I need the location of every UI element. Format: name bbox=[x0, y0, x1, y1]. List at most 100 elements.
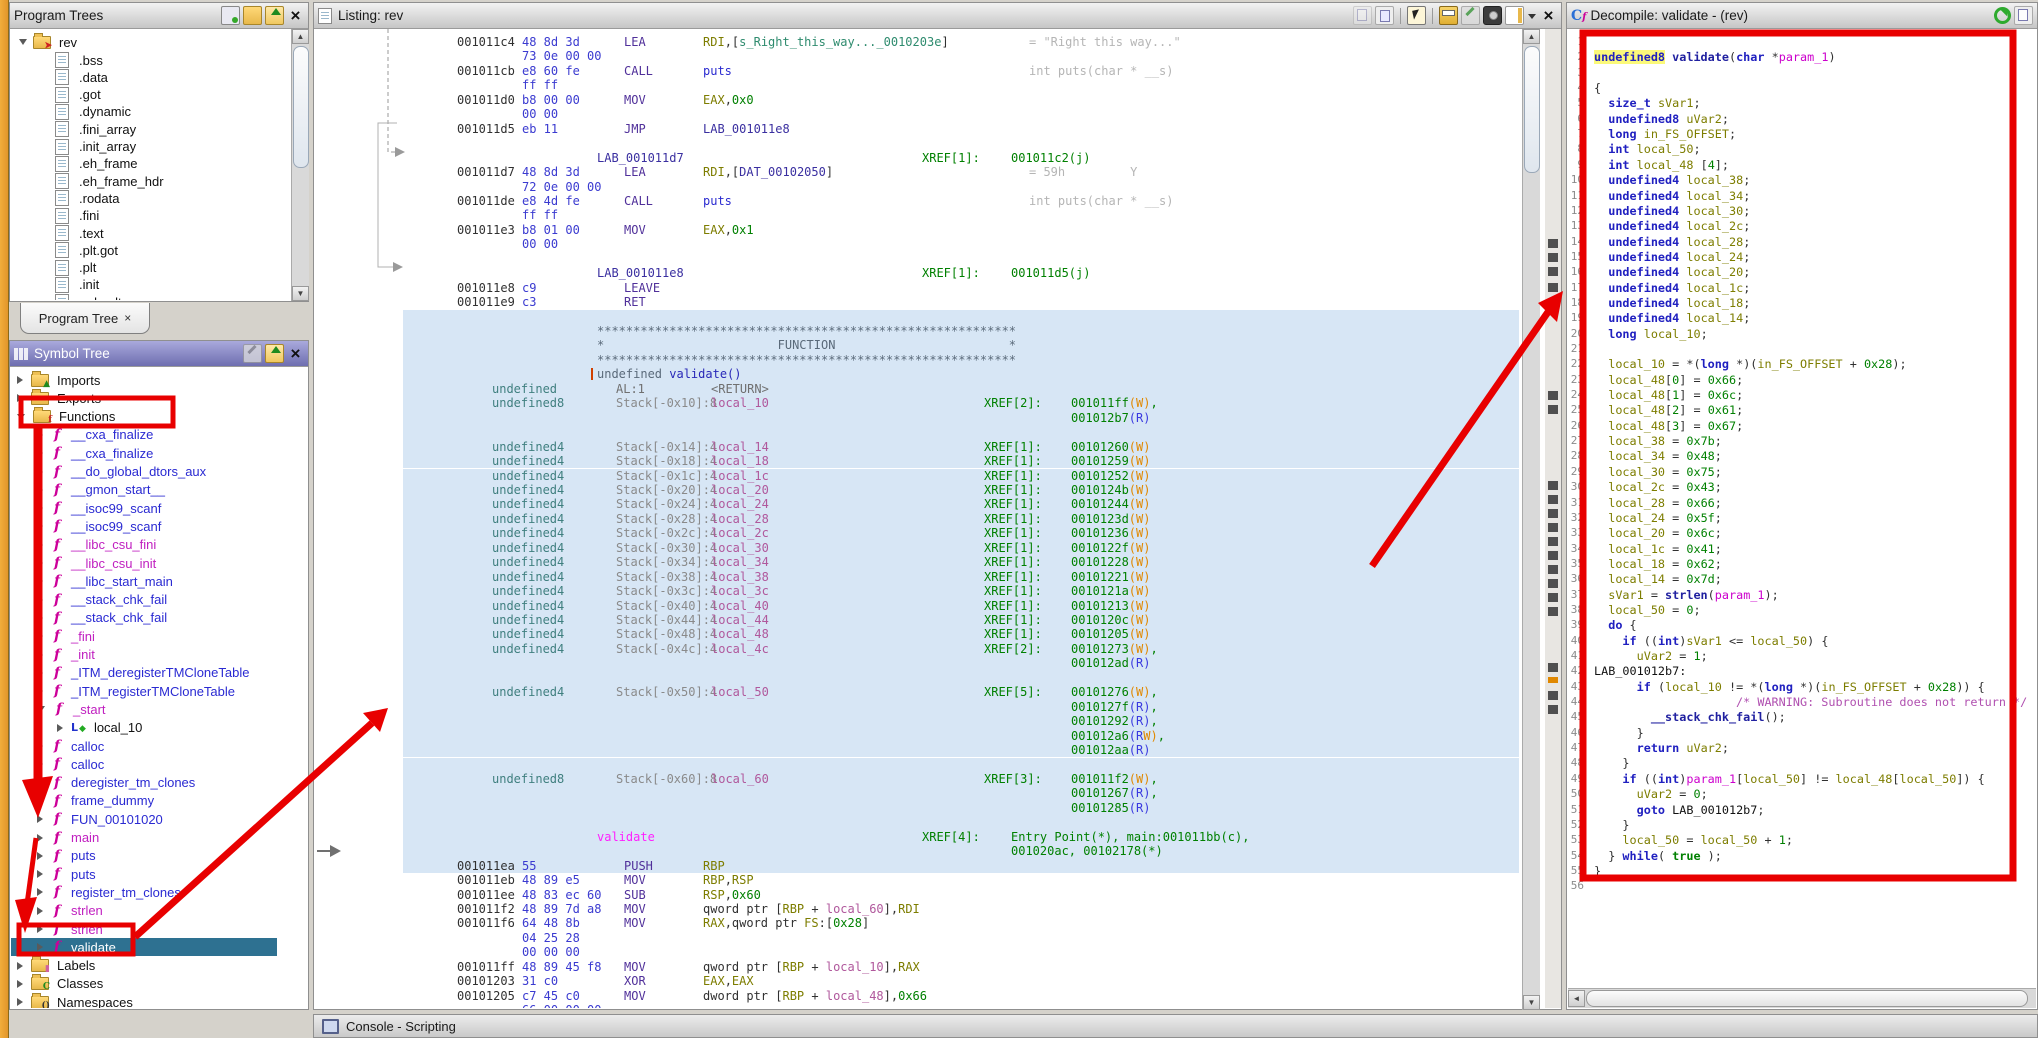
decompile-line[interactable]: return uVar2; bbox=[1594, 741, 1729, 756]
listing-row[interactable]: LAB_001011d7XREF[1]:001011c2(j) bbox=[315, 151, 1519, 165]
symbol-tree-item--libc-start-main[interactable]: f__libc_start_main bbox=[37, 572, 173, 590]
listing-row[interactable]: undefined4Stack[-0x20]:4local_20XREF[1]:… bbox=[315, 483, 1519, 497]
decompile-line[interactable]: local_10 = *(long *)(in_FS_OFFSET + 0x28… bbox=[1594, 357, 1907, 372]
listing-row[interactable]: undefined4Stack[-0x2c]:4local_2cXREF[1]:… bbox=[315, 526, 1519, 540]
chevron-right-icon[interactable] bbox=[37, 760, 43, 768]
decompile-header[interactable]: Cf Decompile: validate - (rev) bbox=[1567, 3, 2037, 29]
chevron-down-icon[interactable] bbox=[19, 39, 27, 45]
change-mark[interactable] bbox=[1548, 253, 1558, 262]
decompile-line[interactable]: if ((int)param_1[local_50] != local_48[l… bbox=[1594, 772, 1985, 787]
decompile-line[interactable]: { bbox=[1594, 81, 1601, 96]
listing-row[interactable]: undefined8Stack[-0x60]:8local_60XREF[3]:… bbox=[315, 772, 1519, 786]
program-tree-scrollbar[interactable]: ▲ ▼ bbox=[291, 29, 309, 301]
symbol-tree-item-puts[interactable]: fputs bbox=[37, 865, 96, 883]
tree-item-section[interactable]: .init bbox=[55, 276, 99, 294]
tree-item-section[interactable]: .plt.got bbox=[55, 241, 118, 259]
decompile-line[interactable]: undefined4 local_38; bbox=[1594, 173, 1750, 188]
chevron-right-icon[interactable] bbox=[37, 614, 43, 622]
decompile-line[interactable]: local_20 = 0x6c; bbox=[1594, 526, 1722, 541]
listing-row[interactable]: 001011eb48 89 e5MOVRBP,RSP bbox=[315, 873, 1519, 887]
decompile-line[interactable]: undefined4 local_1c; bbox=[1594, 281, 1750, 296]
listing-row[interactable]: 00101285(R) bbox=[315, 801, 1519, 815]
listing-row[interactable]: 001011ff48 89 45 f8MOVqword ptr [RBP + l… bbox=[315, 960, 1519, 974]
decompile-line[interactable]: local_14 = 0x7d; bbox=[1594, 572, 1722, 587]
decompile-line[interactable]: uVar2 = 0; bbox=[1594, 787, 1708, 802]
decompile-line[interactable]: undefined4 local_20; bbox=[1594, 265, 1750, 280]
change-mark[interactable] bbox=[1548, 405, 1558, 414]
listing-row[interactable]: LAB_001011e8XREF[1]:001011d5(j) bbox=[315, 266, 1519, 280]
listing-row[interactable]: ****************************************… bbox=[315, 353, 1519, 367]
symbol-tree-item-validate[interactable]: fvalidate bbox=[11, 938, 277, 956]
scroll-left-icon[interactable]: ◄ bbox=[1568, 990, 1585, 1007]
chevron-right-icon[interactable] bbox=[37, 468, 43, 476]
listing-row[interactable]: ff ff bbox=[315, 78, 1519, 92]
export-icon[interactable] bbox=[265, 6, 284, 25]
symbol-tree-item-frame-dummy[interactable]: fframe_dummy bbox=[37, 792, 154, 810]
tree-item-section[interactable]: .fini bbox=[55, 207, 99, 225]
decompile-line[interactable]: long in_FS_OFFSET; bbox=[1594, 127, 1736, 142]
decompile-line[interactable]: local_28 = 0x66; bbox=[1594, 496, 1722, 511]
symbol-tree-item-puts[interactable]: fputs bbox=[37, 847, 96, 865]
listing-row[interactable]: 001011cbe8 60 feCALLputsint puts(char * … bbox=[315, 64, 1519, 78]
listing-row[interactable]: 66 00 00 00 bbox=[315, 1003, 1519, 1008]
tree-item-section[interactable]: .eh_frame bbox=[55, 155, 138, 173]
change-mark[interactable] bbox=[1548, 509, 1558, 518]
decompile-line[interactable]: local_48[2] = 0x61; bbox=[1594, 403, 1743, 418]
chevron-right-icon[interactable] bbox=[37, 596, 43, 604]
change-mark[interactable] bbox=[1548, 579, 1558, 588]
listing-row[interactable]: 001011f664 48 8bMOVRAX,qword ptr FS:[0x2… bbox=[315, 916, 1519, 930]
edit-icon[interactable] bbox=[1461, 6, 1480, 25]
listing-row[interactable]: undefined4Stack[-0x38]:4local_38XREF[1]:… bbox=[315, 570, 1519, 584]
tab-close-icon[interactable]: × bbox=[124, 311, 131, 325]
change-mark[interactable] bbox=[1548, 607, 1558, 616]
symbol-tree-item-imports[interactable]: ▲Imports bbox=[17, 371, 100, 389]
change-mark[interactable] bbox=[1548, 537, 1558, 546]
listing-row[interactable] bbox=[315, 758, 1519, 772]
symbol-tree-item-fun-00101020[interactable]: fFUN_00101020 bbox=[37, 810, 163, 828]
listing-row[interactable]: 00 00 bbox=[315, 237, 1519, 251]
copy-icon[interactable] bbox=[2014, 6, 2033, 25]
chevron-right-icon[interactable] bbox=[17, 376, 23, 384]
listing-row[interactable]: 001011ee48 83 ec 60SUBRSP,0x60 bbox=[315, 888, 1519, 902]
scroll-up-icon[interactable]: ▲ bbox=[1523, 29, 1540, 44]
listing-row[interactable]: 001012aa(R) bbox=[315, 743, 1519, 757]
tree-item-section[interactable]: .bss bbox=[55, 51, 103, 69]
listing-row[interactable]: 001011e3b8 01 00MOVEAX,0x1 bbox=[315, 223, 1519, 237]
listing-row[interactable]: undefined4Stack[-0x3c]:4local_3cXREF[1]:… bbox=[315, 584, 1519, 598]
symbol-tree-item-namespaces[interactable]: ()Namespaces bbox=[17, 993, 133, 1008]
listing-row[interactable]: undefined4Stack[-0x40]:4local_40XREF[1]:… bbox=[315, 599, 1519, 613]
edit-icon[interactable] bbox=[243, 344, 262, 363]
decompile-line[interactable]: undefined4 local_24; bbox=[1594, 250, 1750, 265]
symbol-tree-item--isoc99-scanf[interactable]: f__isoc99_scanf bbox=[37, 517, 161, 535]
listing-scrollbar[interactable]: ▲ ▼ bbox=[1522, 29, 1540, 1010]
listing-row[interactable]: undefined4Stack[-0x50]:4local_50XREF[5]:… bbox=[315, 685, 1519, 699]
tree-item-section[interactable]: .eh_frame_hdr bbox=[55, 172, 164, 190]
decompile-line[interactable]: local_48[0] = 0x66; bbox=[1594, 373, 1743, 388]
close-icon[interactable] bbox=[287, 7, 304, 24]
listing-row[interactable]: undefined4Stack[-0x18]:4local_18XREF[1]:… bbox=[315, 454, 1519, 468]
listing-row[interactable]: * FUNCTION * bbox=[315, 338, 1519, 352]
listing-row[interactable]: 001011e9c3RET bbox=[315, 295, 1519, 309]
listing-row[interactable]: 0010120331 c0XOREAX,EAX bbox=[315, 974, 1519, 988]
symbol-tree-item-calloc[interactable]: fcalloc bbox=[37, 737, 104, 755]
listing-row[interactable]: 00 00 00 bbox=[315, 945, 1519, 959]
decompile-line[interactable]: local_2c = 0x43; bbox=[1594, 480, 1722, 495]
scrollbar-thumb[interactable] bbox=[1524, 46, 1540, 173]
chevron-right-icon[interactable] bbox=[37, 815, 43, 823]
change-mark[interactable] bbox=[1548, 481, 1558, 490]
decompile-line[interactable]: local_30 = 0x75; bbox=[1594, 465, 1722, 480]
listing-row[interactable]: 001020ac, 00102178(*) bbox=[315, 844, 1519, 858]
listing-row[interactable]: undefined4Stack[-0x1c]:4local_1cXREF[1]:… bbox=[315, 469, 1519, 483]
symbol-tree-item--itm-registertmclonetable[interactable]: f_ITM_registerTMCloneTable bbox=[37, 682, 235, 700]
listing-row[interactable]: undefined4Stack[-0x34]:4local_34XREF[1]:… bbox=[315, 555, 1519, 569]
change-mark[interactable] bbox=[1548, 565, 1558, 574]
program-trees-header[interactable]: Program Trees bbox=[10, 3, 308, 29]
decompile-line[interactable]: long local_10; bbox=[1594, 327, 1708, 342]
symbol-tree-item--cxa-finalize[interactable]: f__cxa_finalize bbox=[37, 426, 153, 444]
scroll-down-icon[interactable]: ▼ bbox=[1523, 995, 1540, 1010]
chevron-right-icon[interactable] bbox=[37, 522, 43, 530]
decompile-line[interactable]: undefined4 local_2c; bbox=[1594, 219, 1750, 234]
chevron-right-icon[interactable] bbox=[37, 834, 43, 842]
listing-row[interactable]: undefined4Stack[-0x24]:4local_24XREF[1]:… bbox=[315, 497, 1519, 511]
listing-row[interactable]: undefined4Stack[-0x30]:4local_30XREF[1]:… bbox=[315, 541, 1519, 555]
